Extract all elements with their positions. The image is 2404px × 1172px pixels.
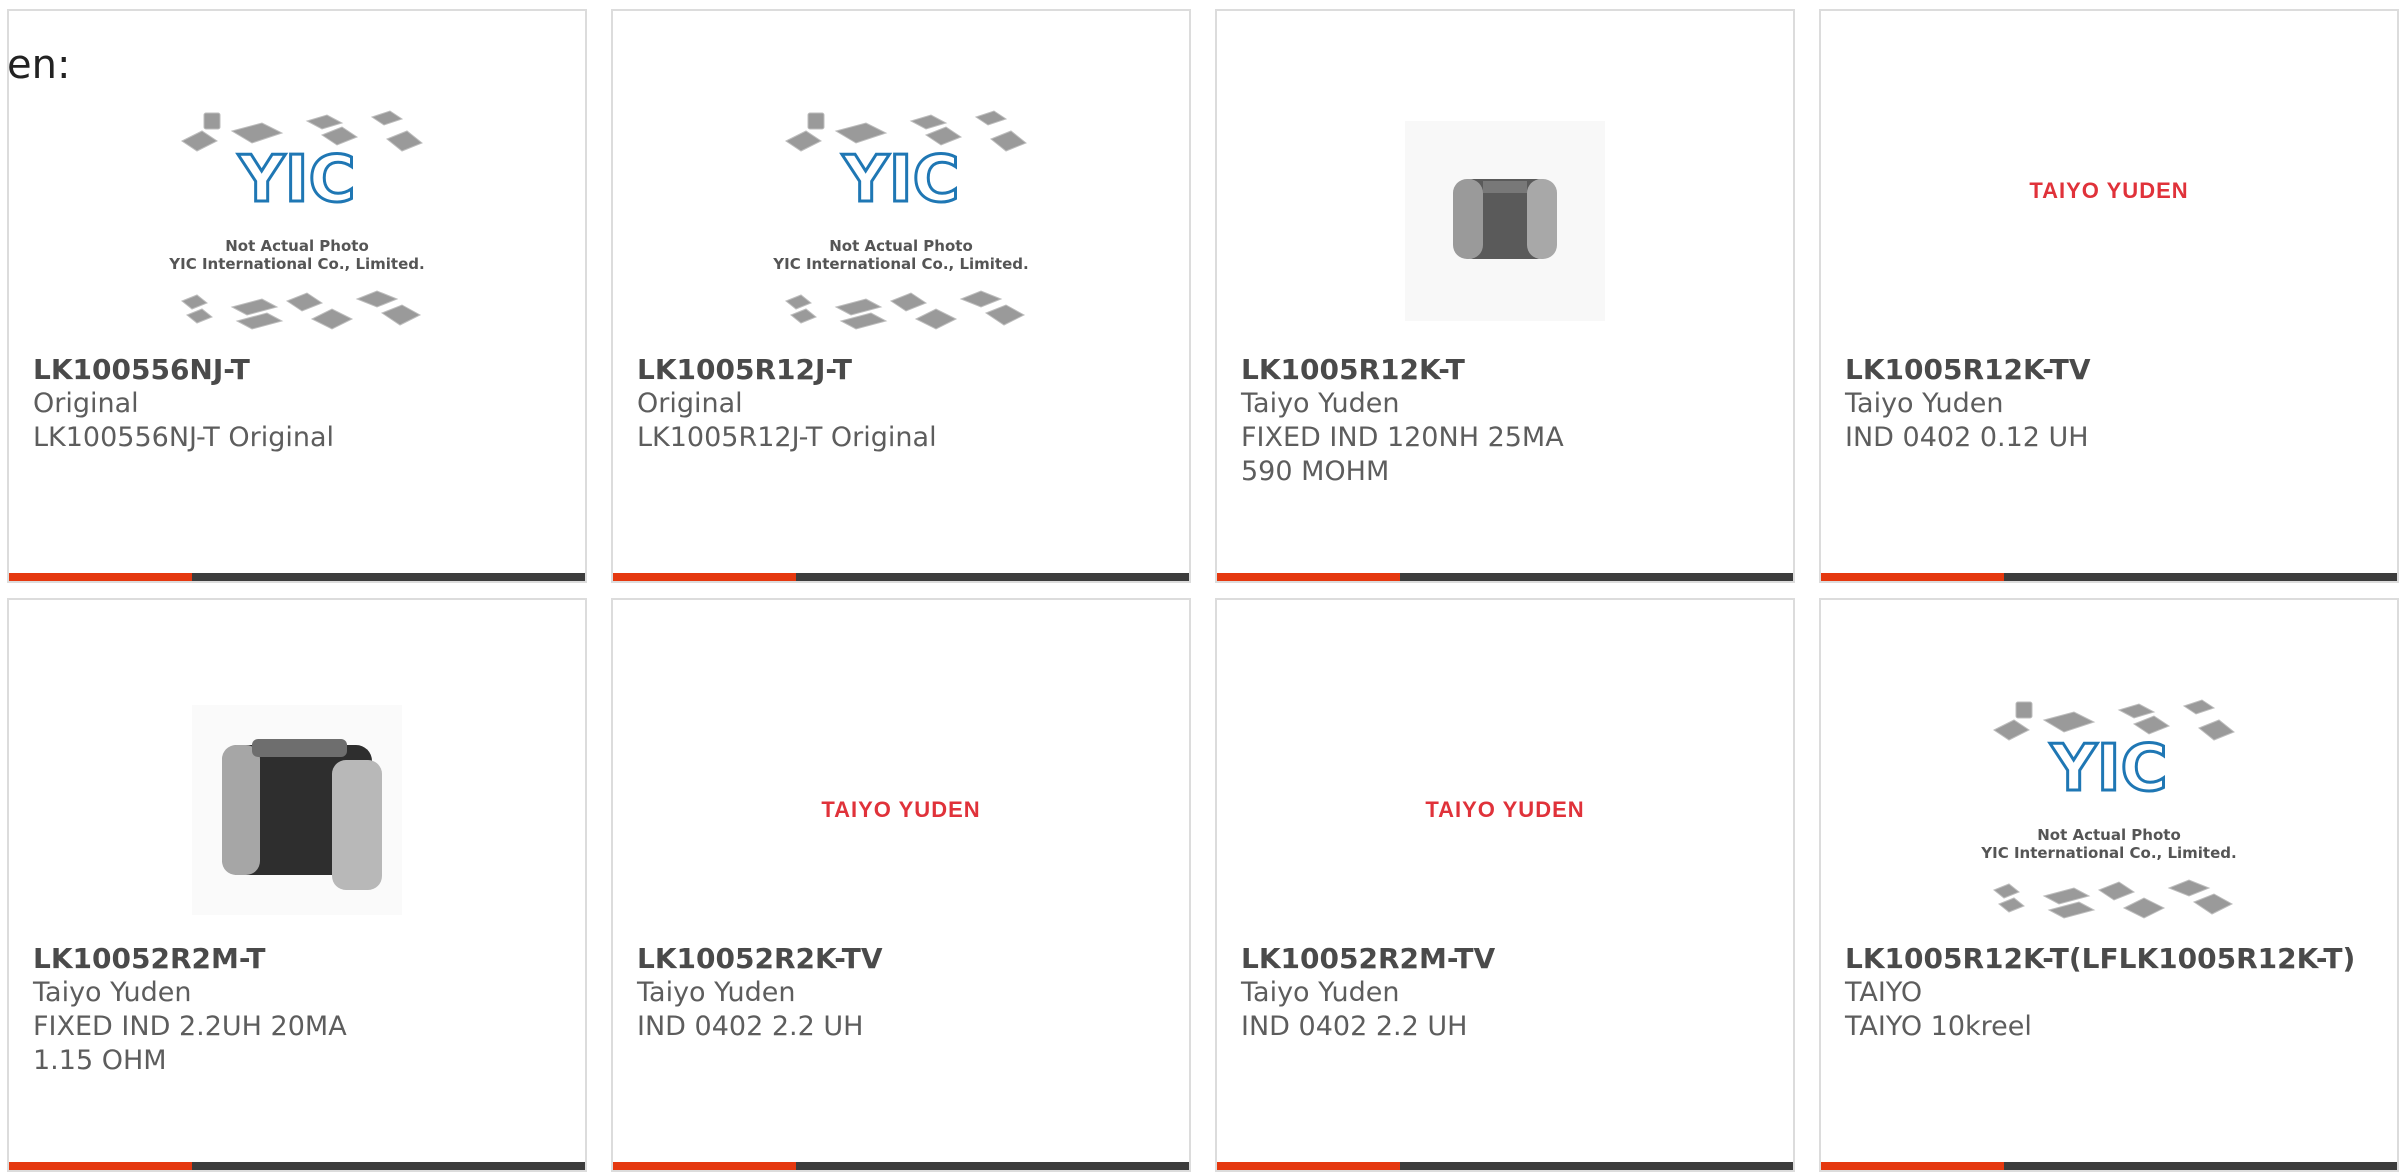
- part-number[interactable]: LK1005R12K-TV: [1845, 353, 2373, 387]
- taiyo-yuden-logo: TAIYO YUDEN: [821, 797, 981, 822]
- description: IND 0402 2.2 UH: [1241, 1011, 1468, 1042]
- product-image: TAIYO YUDEN: [1217, 680, 1793, 940]
- product-card[interactable]: LK10052R2M-T Taiyo Yuden FIXED IND 2.2UH…: [7, 598, 587, 1172]
- small-inductor-image: [1405, 121, 1605, 321]
- description: LK1005R12J-T Original: [637, 422, 937, 453]
- manufacturer: Taiyo Yuden: [1845, 388, 2004, 419]
- part-number[interactable]: LK10052R2M-T: [33, 942, 561, 976]
- product-card[interactable]: TAIYO YUDEN LK1005R12K-TV Taiyo Yuden IN…: [1819, 9, 2399, 583]
- manufacturer: Original: [637, 388, 743, 419]
- taiyo-yuden-logo: TAIYO YUDEN: [2029, 178, 2189, 203]
- card-bottom-bar: [1821, 1162, 2397, 1170]
- part-number[interactable]: LK10052R2K-TV: [637, 942, 1165, 976]
- large-inductor-image: [192, 705, 402, 915]
- card-accent: [9, 573, 192, 581]
- part-number[interactable]: LK1005R12J-T: [637, 353, 1165, 387]
- product-image: TAIYO YUDEN: [613, 680, 1189, 940]
- card-bottom-bar: [613, 573, 1189, 581]
- product-info: LK1005R12J-T Original LK1005R12J-T Origi…: [637, 353, 1165, 455]
- card-bottom-bar: [1217, 1162, 1793, 1170]
- product-info: LK10052R2K-TV Taiyo Yuden IND 0402 2.2 U…: [637, 942, 1165, 1044]
- card-bottom-bar: [9, 573, 585, 581]
- manufacturer: Taiyo Yuden: [33, 977, 192, 1008]
- product-info: LK10052R2M-T Taiyo Yuden FIXED IND 2.2UH…: [33, 942, 561, 1078]
- yic-logo: YIC: [237, 143, 355, 217]
- product-card[interactable]: YIC Not Actual Photo YIC International C…: [1819, 598, 2399, 1172]
- product-info: LK1005R12K-T(LFLK1005R12K-T) TAIYO TAIYO…: [1845, 942, 2373, 1044]
- part-number[interactable]: LK100556NJ-T: [33, 353, 561, 387]
- product-card[interactable]: YIC Not Actual Photo YIC International C…: [611, 9, 1191, 583]
- product-image: [1217, 91, 1793, 351]
- card-accent: [1821, 573, 2004, 581]
- product-info: LK100556NJ-T Original LK100556NJ-T Origi…: [33, 353, 561, 455]
- description: IND 0402 2.2 UH: [637, 1011, 864, 1042]
- language-label: en:: [7, 42, 71, 88]
- product-grid: YIC Not Actual Photo YIC International C…: [7, 9, 2399, 1172]
- product-image: [9, 680, 585, 940]
- card-bottom-bar: [613, 1162, 1189, 1170]
- card-accent: [9, 1162, 192, 1170]
- manufacturer: Original: [33, 388, 139, 419]
- product-card[interactable]: YIC Not Actual Photo YIC International C…: [7, 9, 587, 583]
- manufacturer: TAIYO: [1845, 977, 1923, 1008]
- yic-placeholder-image: YIC Not Actual Photo YIC International C…: [1980, 699, 2237, 919]
- part-number[interactable]: LK1005R12K-T(LFLK1005R12K-T): [1845, 942, 2373, 976]
- card-accent: [1821, 1162, 2004, 1170]
- placeholder-line-1: Not Actual Photo: [225, 237, 369, 255]
- manufacturer: Taiyo Yuden: [1241, 977, 1400, 1008]
- yic-placeholder-image: YIC Not Actual Photo YIC International C…: [168, 110, 425, 330]
- card-accent: [1217, 573, 1400, 581]
- part-number[interactable]: LK1005R12K-T: [1241, 353, 1769, 387]
- product-info: LK1005R12K-TV Taiyo Yuden IND 0402 0.12 …: [1845, 353, 2373, 455]
- product-card[interactable]: LK1005R12K-T Taiyo Yuden FIXED IND 120NH…: [1215, 9, 1795, 583]
- placeholder-line-1: Not Actual Photo: [829, 237, 973, 255]
- card-accent: [613, 573, 796, 581]
- placeholder-line-2: YIC International Co., Limited.: [1980, 844, 2236, 862]
- product-card[interactable]: TAIYO YUDEN LK10052R2K-TV Taiyo Yuden IN…: [611, 598, 1191, 1172]
- card-accent: [1217, 1162, 1400, 1170]
- product-image: YIC Not Actual Photo YIC International C…: [613, 91, 1189, 351]
- card-bottom-bar: [9, 1162, 585, 1170]
- description: FIXED IND 120NH 25MA 590 MOHM: [1241, 422, 1564, 487]
- product-image: TAIYO YUDEN: [1821, 91, 2397, 291]
- manufacturer: Taiyo Yuden: [1241, 388, 1400, 419]
- description: FIXED IND 2.2UH 20MA 1.15 OHM: [33, 1011, 347, 1076]
- manufacturer: Taiyo Yuden: [637, 977, 796, 1008]
- product-info: LK1005R12K-T Taiyo Yuden FIXED IND 120NH…: [1241, 353, 1769, 489]
- description: IND 0402 0.12 UH: [1845, 422, 2089, 453]
- card-bottom-bar: [1217, 573, 1793, 581]
- yic-placeholder-image: YIC Not Actual Photo YIC International C…: [772, 110, 1029, 330]
- part-number[interactable]: LK10052R2M-TV: [1241, 942, 1769, 976]
- product-image: YIC Not Actual Photo YIC International C…: [1821, 680, 2397, 940]
- placeholder-line-2: YIC International Co., Limited.: [772, 255, 1028, 273]
- description: LK100556NJ-T Original: [33, 422, 335, 453]
- yic-logo: YIC: [2049, 732, 2167, 806]
- card-bottom-bar: [1821, 573, 2397, 581]
- yic-logo: YIC: [841, 143, 959, 217]
- placeholder-line-1: Not Actual Photo: [2037, 826, 2181, 844]
- taiyo-yuden-logo: TAIYO YUDEN: [1425, 797, 1585, 822]
- product-image: YIC Not Actual Photo YIC International C…: [9, 91, 585, 351]
- product-card[interactable]: TAIYO YUDEN LK10052R2M-TV Taiyo Yuden IN…: [1215, 598, 1795, 1172]
- placeholder-line-2: YIC International Co., Limited.: [168, 255, 424, 273]
- product-info: LK10052R2M-TV Taiyo Yuden IND 0402 2.2 U…: [1241, 942, 1769, 1044]
- card-accent: [613, 1162, 796, 1170]
- description: TAIYO 10kreel: [1845, 1011, 2032, 1042]
